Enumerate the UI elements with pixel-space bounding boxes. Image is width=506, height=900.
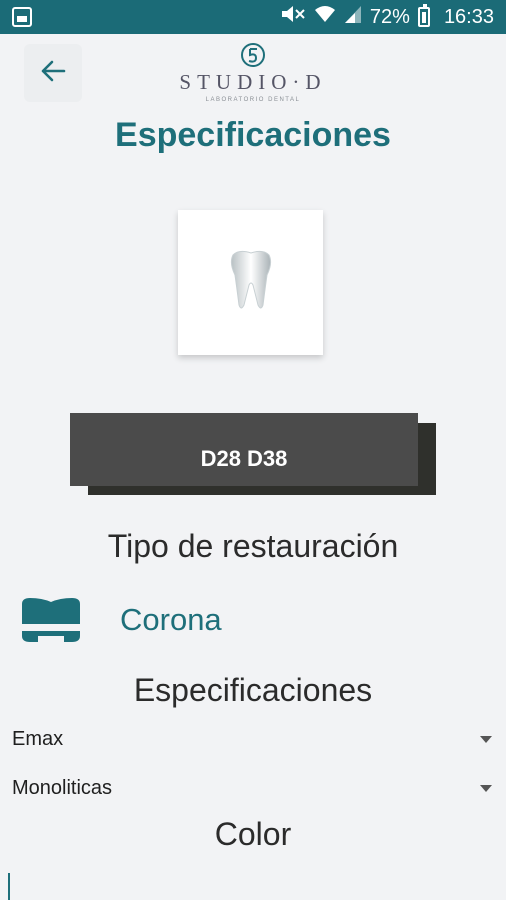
technique-value: Monoliticas	[12, 776, 113, 799]
arrow-left-icon	[40, 59, 66, 88]
mute-icon	[280, 4, 306, 30]
selected-teeth-label: D28 D38	[200, 445, 288, 471]
wifi-icon	[314, 4, 336, 30]
back-button[interactable]	[24, 44, 82, 102]
battery-icon	[417, 4, 430, 27]
dropdown-caret-icon	[480, 735, 492, 743]
logo-subtitle: LABORATORIO DENTAL	[205, 97, 301, 103]
logo-name: STUDIO·D	[179, 70, 327, 94]
dropdown-caret-icon	[480, 784, 492, 792]
material-value: Emax	[12, 727, 64, 750]
clock: 16:33	[443, 5, 494, 28]
battery-percent: 72%	[369, 5, 410, 28]
tooth-image-card[interactable]	[178, 210, 323, 355]
logo-mark-icon	[241, 43, 265, 67]
restoration-type-title: Tipo de restauración	[107, 528, 399, 564]
color-title: Color	[214, 816, 292, 852]
status-bar: 72% 16:33	[0, 0, 506, 34]
color-input-cursor[interactable]	[8, 873, 10, 900]
technique-select[interactable]: Monoliticas	[0, 771, 506, 805]
signal-icon	[344, 4, 362, 30]
restoration-type-label: Corona	[120, 602, 222, 637]
specs-title: Especificaciones	[133, 672, 373, 708]
tooth-icon	[229, 249, 273, 316]
page-title: Especificaciones	[115, 116, 391, 154]
selected-teeth-button[interactable]: D28 D38	[70, 413, 418, 486]
studio-logo: STUDIO·D LABORATORIO DENTAL	[168, 42, 338, 108]
screenshot-icon	[12, 7, 32, 27]
crown-icon	[18, 596, 84, 644]
material-select[interactable]: Emax	[0, 722, 506, 756]
restoration-type-row[interactable]: Corona	[18, 592, 488, 648]
